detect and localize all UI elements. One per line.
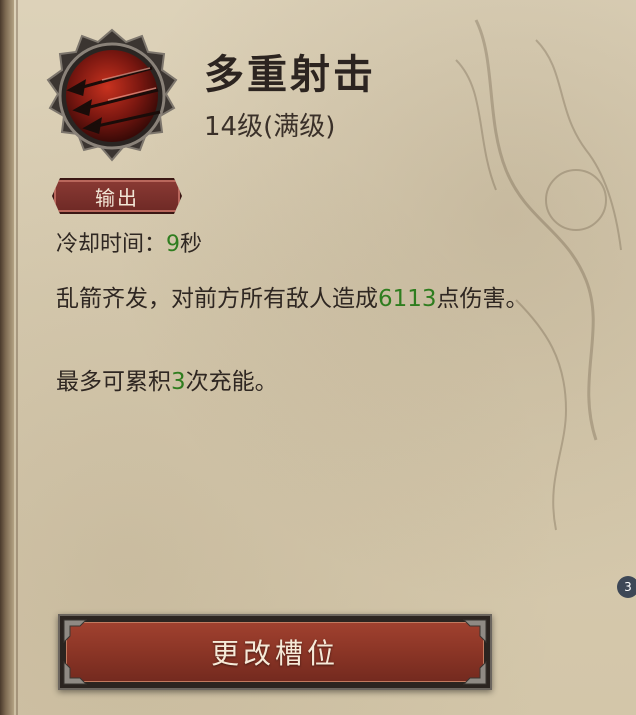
charges-description: 最多可累积3次充能。 xyxy=(56,362,278,396)
description-text-post: 点伤害。 xyxy=(436,286,529,312)
charges-text-post: 次充能。 xyxy=(185,369,278,395)
cooldown-value: 9 xyxy=(166,232,181,257)
skill-title: 多重射击 xyxy=(204,51,376,98)
multishot-arrows-icon xyxy=(46,28,178,162)
cooldown-label: 冷却时间： xyxy=(56,232,167,257)
background-sketch xyxy=(455,19,622,531)
cooldown-line: 冷却时间：9秒 xyxy=(56,226,202,258)
skill-level: 14级(满级) xyxy=(204,112,336,142)
page-badge[interactable]: 3 xyxy=(617,576,636,598)
charges-value: 3 xyxy=(171,369,186,395)
skill-type-label: 输出 xyxy=(95,185,139,210)
skill-type-tag: 输出 xyxy=(52,178,182,214)
skill-detail-panel: 多重射击 14级(满级) 输出 冷却时间：9秒 乱箭齐发，对前方所有敌人造成61… xyxy=(0,0,636,715)
change-slot-button[interactable]: 更改槽位 xyxy=(58,614,492,690)
change-slot-button-label[interactable]: 更改槽位 xyxy=(60,616,490,688)
skill-description: 乱箭齐发，对前方所有敌人造成6113点伤害。 xyxy=(56,282,576,316)
charges-text-pre: 最多可累积 xyxy=(56,369,171,395)
description-text-pre: 乱箭齐发，对前方所有敌人造成 xyxy=(56,286,378,312)
damage-value: 6113 xyxy=(378,286,437,312)
panel-left-border-line xyxy=(16,0,18,715)
panel-left-border xyxy=(0,0,14,715)
cooldown-unit: 秒 xyxy=(180,232,203,257)
